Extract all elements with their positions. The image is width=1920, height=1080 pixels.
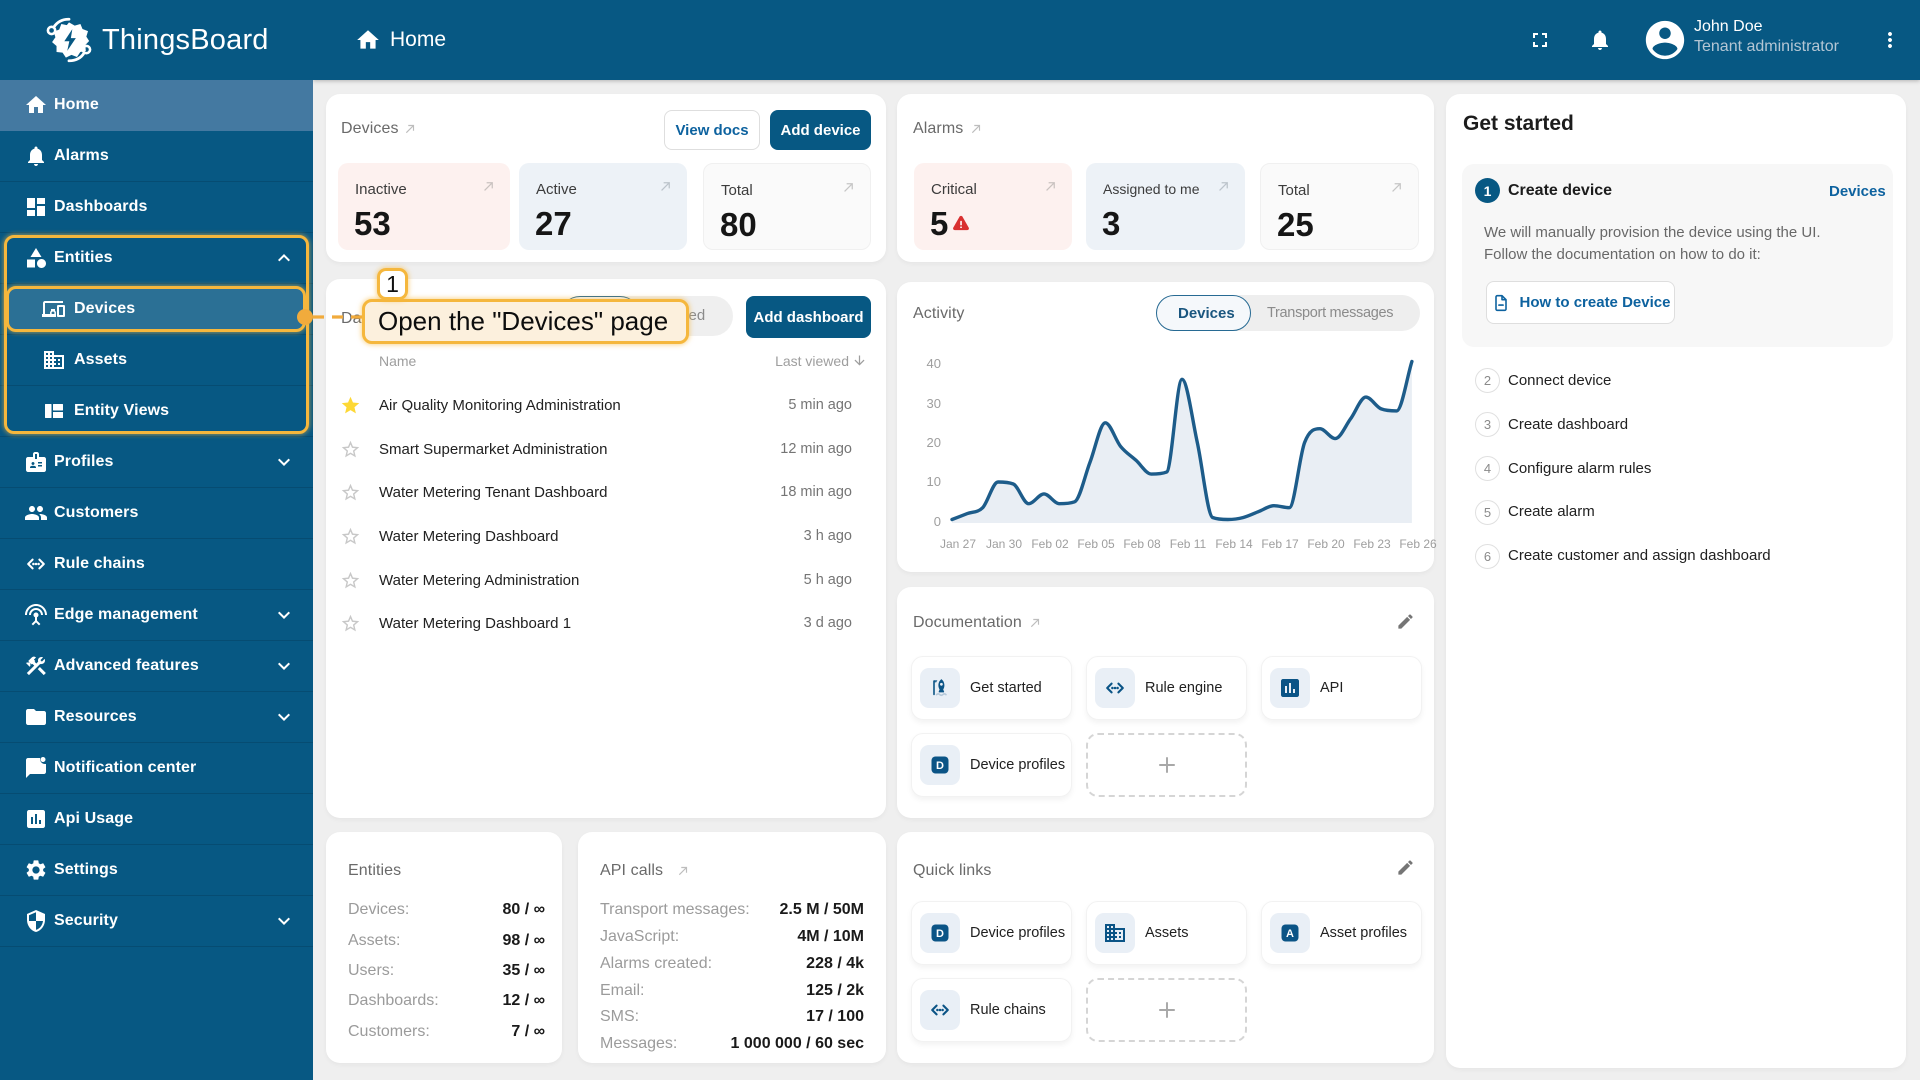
svg-text:10: 10 [927, 474, 941, 489]
svg-text:Feb 20: Feb 20 [1307, 537, 1345, 551]
svg-text:Feb 17: Feb 17 [1261, 537, 1299, 551]
svg-text:40: 40 [927, 356, 941, 371]
svg-text:Feb 26: Feb 26 [1399, 537, 1437, 551]
svg-text:Feb 02: Feb 02 [1031, 537, 1069, 551]
svg-text:0: 0 [934, 514, 941, 529]
svg-text:30: 30 [927, 396, 941, 411]
svg-text:Feb 05: Feb 05 [1077, 537, 1115, 551]
svg-text:A: A [1286, 928, 1294, 940]
svg-text:Feb 23: Feb 23 [1353, 537, 1391, 551]
svg-text:Jan 27: Jan 27 [940, 537, 976, 551]
svg-text:D: D [936, 928, 944, 940]
svg-text:Feb 08: Feb 08 [1123, 537, 1161, 551]
svg-text:D: D [936, 760, 944, 772]
svg-text:Jan 30: Jan 30 [986, 537, 1022, 551]
svg-text:20: 20 [927, 435, 941, 450]
svg-text:Feb 11: Feb 11 [1170, 537, 1207, 551]
svg-text:Feb 14: Feb 14 [1215, 537, 1253, 551]
